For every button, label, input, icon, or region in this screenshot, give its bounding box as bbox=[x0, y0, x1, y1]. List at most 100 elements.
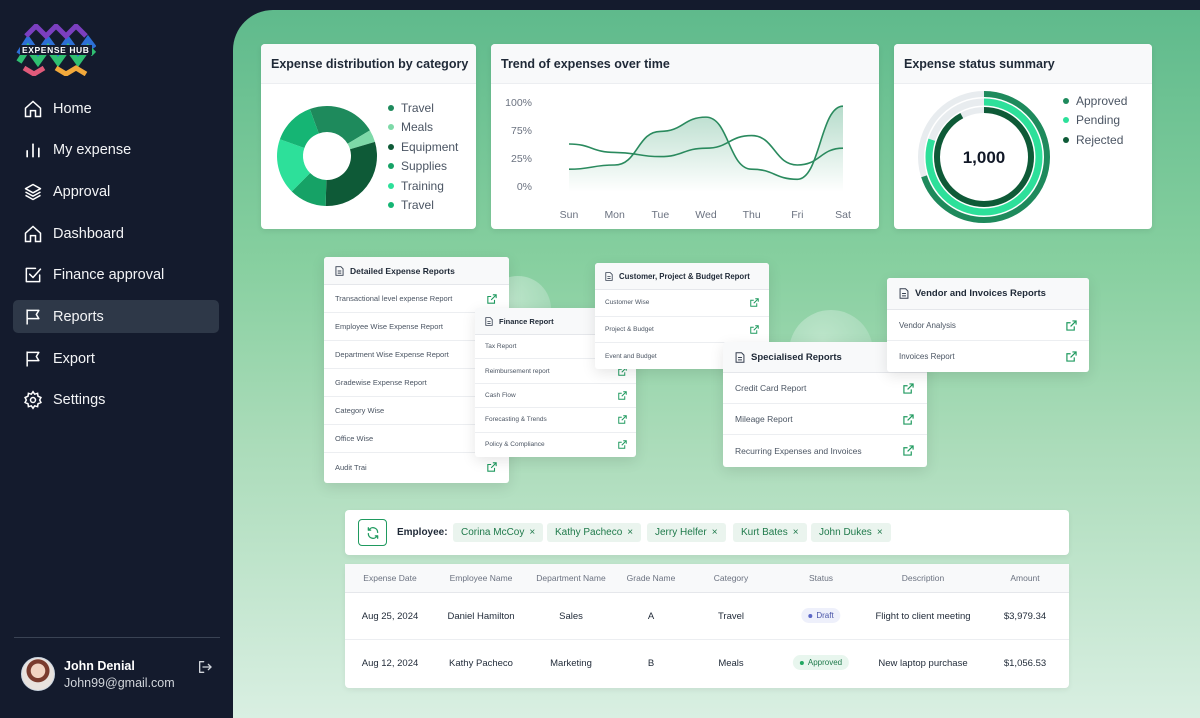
sidebar-item-reports[interactable]: Reports bbox=[13, 300, 219, 334]
chip-remove-icon[interactable]: × bbox=[877, 527, 883, 538]
sidebar-item-dashboard[interactable]: Dashboard bbox=[13, 217, 219, 250]
report-link-label: Customer Wise bbox=[605, 299, 650, 307]
cell-date: Aug 12, 2024 bbox=[361, 658, 419, 669]
report-link-label: Tax Report bbox=[485, 343, 517, 351]
report-link-label: Gradewise Expense Report bbox=[335, 378, 427, 387]
avatar[interactable] bbox=[21, 657, 55, 691]
external-link-icon bbox=[903, 445, 914, 456]
column-header[interactable]: Grade Name bbox=[627, 573, 676, 583]
column-header[interactable]: Expense Date bbox=[363, 573, 416, 583]
chip-remove-icon[interactable]: × bbox=[529, 527, 535, 538]
report-link-label: Employee Wise Expense Report bbox=[335, 322, 443, 331]
refresh-button[interactable] bbox=[358, 519, 387, 546]
external-link-icon bbox=[618, 440, 627, 449]
report-card-title: Detailed Expense Reports bbox=[350, 265, 455, 276]
chip-label: Corina McCoy bbox=[461, 527, 525, 538]
report-link-recurring[interactable]: Recurring Expenses and Invoices bbox=[723, 435, 927, 466]
cell-department: Marketing bbox=[550, 658, 592, 669]
table-row[interactable]: Aug 25, 2024 Daniel Hamilton Sales A Tra… bbox=[345, 593, 1069, 640]
report-card-header: Vendor and Invoices Reports bbox=[887, 278, 1089, 310]
expense-table: Expense Date Employee Name Department Na… bbox=[345, 564, 1069, 688]
chip-remove-icon[interactable]: × bbox=[712, 527, 718, 538]
legend-dot bbox=[1063, 137, 1069, 143]
legend-dot bbox=[388, 183, 394, 189]
x-tick-label: Tue bbox=[651, 209, 669, 221]
report-link-customer-wise[interactable]: Customer Wise bbox=[595, 290, 769, 317]
external-link-icon bbox=[618, 415, 627, 425]
column-header[interactable]: Department Name bbox=[536, 573, 605, 583]
sidebar-item-approval[interactable]: Approval bbox=[13, 175, 219, 208]
bar-chart-icon bbox=[26, 143, 40, 158]
flag-icon bbox=[26, 351, 40, 367]
expense-hub-logo[interactable]: EXPENSE HUB bbox=[16, 22, 97, 77]
column-header[interactable]: Category bbox=[714, 573, 749, 583]
report-card-title: Finance Report bbox=[499, 316, 554, 326]
report-link-invoices[interactable]: Invoices Report bbox=[887, 341, 1089, 372]
document-icon bbox=[335, 265, 344, 276]
sidebar-item-label: My expense bbox=[53, 142, 132, 159]
x-tick-label: Sat bbox=[835, 209, 851, 221]
main-content: Expense distribution by category Travel … bbox=[233, 10, 1200, 718]
x-tick-label: Sun bbox=[560, 209, 579, 221]
user-name: John Denial bbox=[64, 659, 135, 673]
report-card-title: Specialised Reports bbox=[751, 351, 842, 363]
sidebar-divider bbox=[14, 637, 220, 638]
chip-remove-icon[interactable]: × bbox=[793, 527, 799, 538]
report-link-vendor-analysis[interactable]: Vendor Analysis bbox=[887, 310, 1089, 341]
legend-label: Travel bbox=[401, 101, 434, 115]
card-title: Expense status summary bbox=[894, 44, 1152, 84]
report-link-cash-flow[interactable]: Cash Flow bbox=[475, 384, 636, 409]
report-link-label: Mileage Report bbox=[735, 414, 793, 424]
sidebar-item-export[interactable]: Export bbox=[13, 342, 219, 375]
chip-label: John Dukes bbox=[819, 527, 872, 538]
employee-chip[interactable]: Corina McCoy × bbox=[453, 523, 544, 542]
layers-icon bbox=[24, 183, 42, 201]
report-link-credit-card[interactable]: Credit Card Report bbox=[723, 373, 927, 404]
legend-item: Meals bbox=[388, 120, 433, 134]
donut-slice[interactable] bbox=[325, 141, 377, 206]
legend-label: Pending bbox=[1076, 113, 1121, 127]
column-header[interactable]: Employee Name bbox=[450, 573, 513, 583]
report-card-title: Customer, Project & Budget Report bbox=[619, 271, 750, 281]
legend-label: Rejected bbox=[1076, 133, 1124, 147]
report-link-audit-trail[interactable]: Audit Trai bbox=[324, 453, 509, 481]
sidebar-item-finance-approval[interactable]: Finance approval bbox=[13, 259, 219, 292]
employee-chip[interactable]: Jerry Helfer × bbox=[647, 523, 726, 542]
filter-label: Employee: bbox=[397, 527, 448, 538]
sidebar-item-my-expense[interactable]: My expense bbox=[13, 134, 219, 167]
column-header[interactable]: Status bbox=[809, 573, 833, 583]
logout-icon[interactable] bbox=[197, 659, 213, 675]
employee-chip[interactable]: John Dukes × bbox=[811, 523, 891, 542]
legend-dot bbox=[388, 163, 394, 169]
report-link-label: Policy & Compliance bbox=[485, 441, 545, 449]
column-header[interactable]: Description bbox=[902, 573, 945, 583]
sidebar-item-label: Export bbox=[53, 350, 95, 367]
report-link-label: Cash Flow bbox=[485, 391, 516, 399]
home-icon bbox=[24, 99, 42, 117]
report-link-policy[interactable]: Policy & Compliance bbox=[475, 433, 636, 457]
report-link-forecasting[interactable]: Forecasting & Trends bbox=[475, 408, 636, 433]
column-header[interactable]: Amount bbox=[1010, 573, 1039, 583]
document-icon bbox=[735, 351, 745, 363]
report-link-label: Reimbursement report bbox=[485, 367, 550, 375]
employee-chip[interactable]: Kurt Bates × bbox=[733, 523, 807, 542]
chip-remove-icon[interactable]: × bbox=[627, 527, 633, 538]
trend-card: Trend of expenses over time 100% 75% 25% 0%… bbox=[491, 44, 879, 229]
sidebar-item-label: Settings bbox=[53, 392, 106, 409]
sidebar-item-settings[interactable]: Settings bbox=[13, 384, 219, 417]
external-link-icon bbox=[903, 413, 914, 425]
table-row[interactable]: Aug 12, 2024 Kathy Pacheco Marketing B M… bbox=[345, 640, 1069, 687]
cell-grade: A bbox=[647, 611, 655, 622]
report-link-project-budget[interactable]: Project & Budget bbox=[595, 317, 769, 343]
report-link-mileage[interactable]: Mileage Report bbox=[723, 404, 927, 435]
x-tick-label: Wed bbox=[695, 209, 717, 221]
cell-grade: B bbox=[647, 658, 655, 669]
report-link-label: Vendor Analysis bbox=[899, 320, 956, 330]
sidebar-item-home[interactable]: Home bbox=[13, 92, 219, 125]
legend-dot bbox=[388, 144, 394, 150]
legend-label: Supplies bbox=[401, 159, 448, 173]
x-tick-label: Mon bbox=[604, 209, 625, 221]
legend-dot bbox=[388, 124, 394, 130]
employee-chip[interactable]: Kathy Pacheco × bbox=[547, 523, 642, 542]
external-link-icon bbox=[487, 462, 497, 472]
